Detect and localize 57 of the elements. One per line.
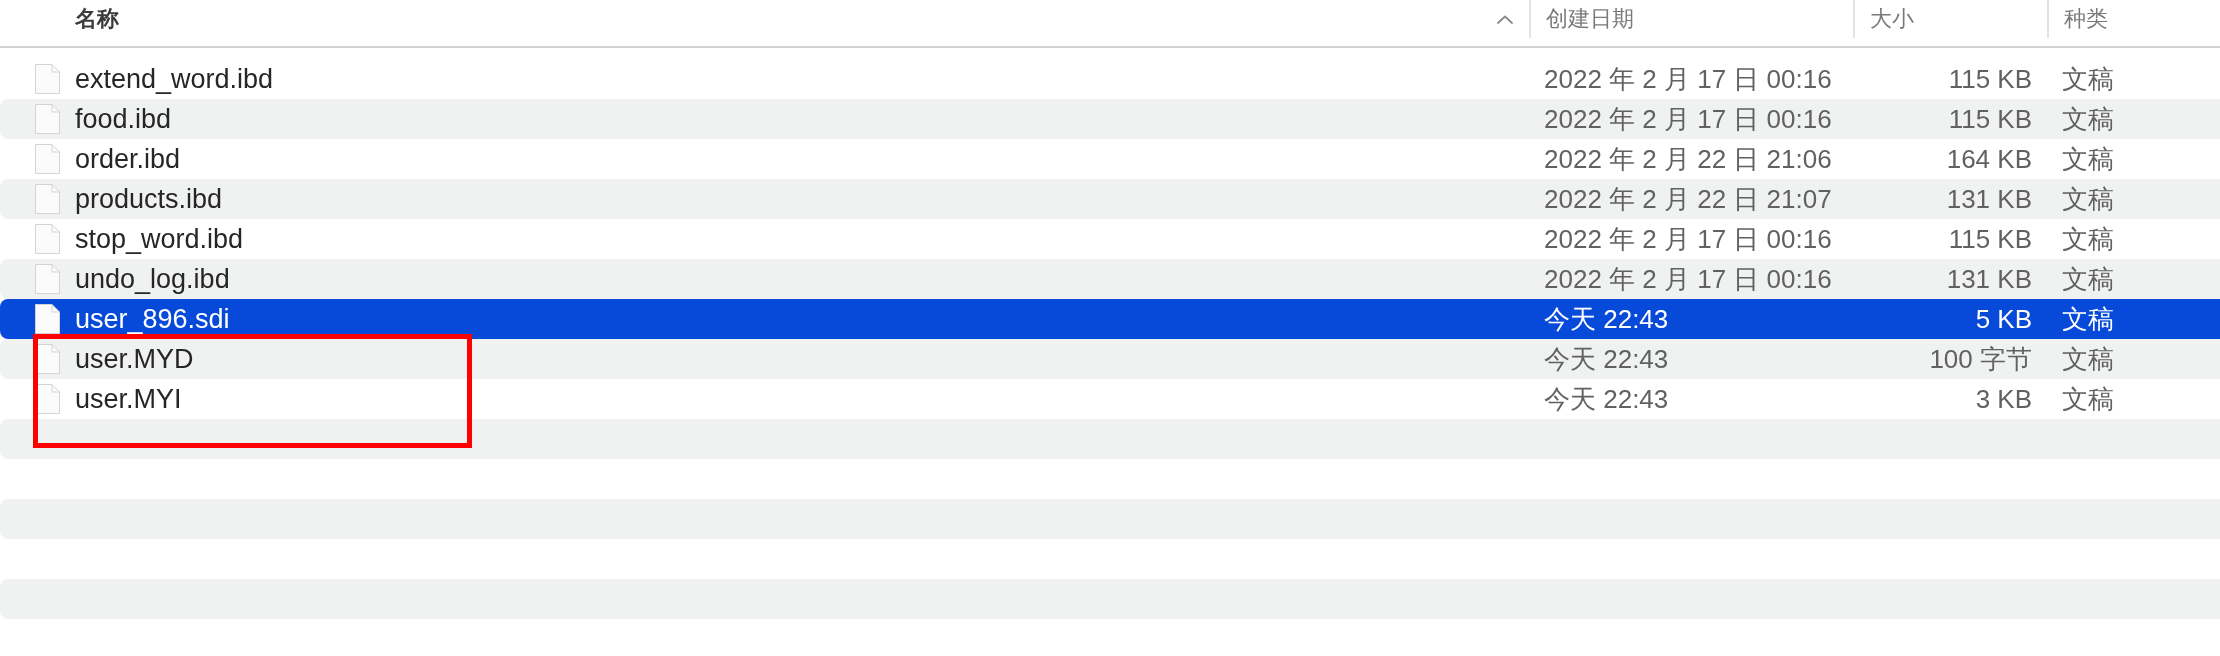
file-size: 115 KB — [1948, 223, 2032, 255]
file-size: 131 KB — [1946, 263, 2032, 295]
file-size: 5 KB — [1975, 303, 2032, 335]
document-icon — [34, 263, 61, 295]
sort-caret-icon — [1497, 14, 1513, 24]
file-type: 文稿 — [2062, 383, 2114, 415]
file-type: 文稿 — [2062, 103, 2114, 135]
file-type: 文稿 — [2062, 343, 2114, 375]
file-name: extend_word.ibd — [75, 63, 274, 95]
document-icon — [34, 103, 61, 135]
file-size: 164 KB — [1946, 143, 2032, 175]
file-type: 文稿 — [2062, 263, 2114, 295]
column-header[interactable]: 大小 — [1853, 0, 2047, 38]
file-name: undo_log.ibd — [75, 263, 230, 295]
file-size: 100 字节 — [1929, 343, 2032, 375]
document-icon — [34, 183, 61, 215]
date-created: 今天 22:43 — [1544, 343, 1669, 375]
file-name: user_896.sdi — [75, 303, 230, 335]
file-name: food.ibd — [75, 103, 172, 135]
date-created: 2022 年 2 月 22 日 21:06 — [1544, 143, 1832, 175]
file-row[interactable]: extend_word.ibd 2022 年 2 月 17 日 00:16 115 KB 文稿 — [0, 59, 2220, 99]
document-icon — [34, 303, 61, 335]
file-name: stop_word.ibd — [75, 223, 244, 255]
file-row[interactable]: stop_word.ibd 2022 年 2 月 17 日 00:16 115 KB 文稿 — [0, 219, 2220, 259]
date-created: 2022 年 2 月 17 日 00:16 — [1544, 63, 1832, 95]
file-name: order.ibd — [75, 143, 181, 175]
file-name: user.MYD — [75, 343, 194, 375]
file-name: user.MYI — [75, 383, 182, 415]
file-row[interactable]: undo_log.ibd 2022 年 2 月 17 日 00:16 131 KB 文稿 — [0, 259, 2220, 299]
file-type: 文稿 — [2062, 143, 2114, 175]
document-icon — [34, 223, 61, 255]
column-header[interactable]: 名称 — [0, 0, 1529, 38]
file-row[interactable]: user.MYD 今天 22:43 100 字节 文稿 — [0, 339, 2220, 379]
column-header[interactable]: 种类 — [2047, 0, 2220, 38]
date-created: 2022 年 2 月 17 日 00:16 — [1544, 223, 1832, 255]
file-row[interactable]: user.MYI 今天 22:43 3 KB 文稿 — [0, 379, 2220, 419]
document-icon — [34, 143, 61, 175]
file-type: 文稿 — [2062, 223, 2114, 255]
file-row[interactable]: food.ibd 2022 年 2 月 17 日 00:16 115 KB 文稿 — [0, 99, 2220, 139]
date-created: 今天 22:43 — [1544, 303, 1669, 335]
document-icon — [34, 63, 61, 95]
file-type: 文稿 — [2062, 63, 2114, 95]
date-created: 今天 22:43 — [1544, 383, 1669, 415]
file-type: 文稿 — [2062, 303, 2114, 335]
file-size: 3 KB — [1975, 383, 2032, 415]
file-size: 115 KB — [1948, 63, 2032, 95]
file-size: 131 KB — [1946, 183, 2032, 215]
file-type: 文稿 — [2062, 183, 2114, 215]
date-created: 2022 年 2 月 17 日 00:16 — [1544, 103, 1832, 135]
file-row[interactable]: products.ibd 2022 年 2 月 22 日 21:07 131 KB 文稿 — [0, 179, 2220, 219]
column-header[interactable]: 创建日期 — [1529, 0, 1853, 38]
file-size: 115 KB — [1948, 103, 2032, 135]
file-row[interactable]: order.ibd 2022 年 2 月 22 日 21:06 164 KB 文稿 — [0, 139, 2220, 179]
date-created: 2022 年 2 月 17 日 00:16 — [1544, 263, 1832, 295]
selected-file-row[interactable]: user_896.sdi 今天 22:43 5 KB 文稿 — [0, 299, 2220, 339]
file-name: products.ibd — [75, 183, 223, 215]
date-created: 2022 年 2 月 22 日 21:07 — [1544, 183, 1832, 215]
